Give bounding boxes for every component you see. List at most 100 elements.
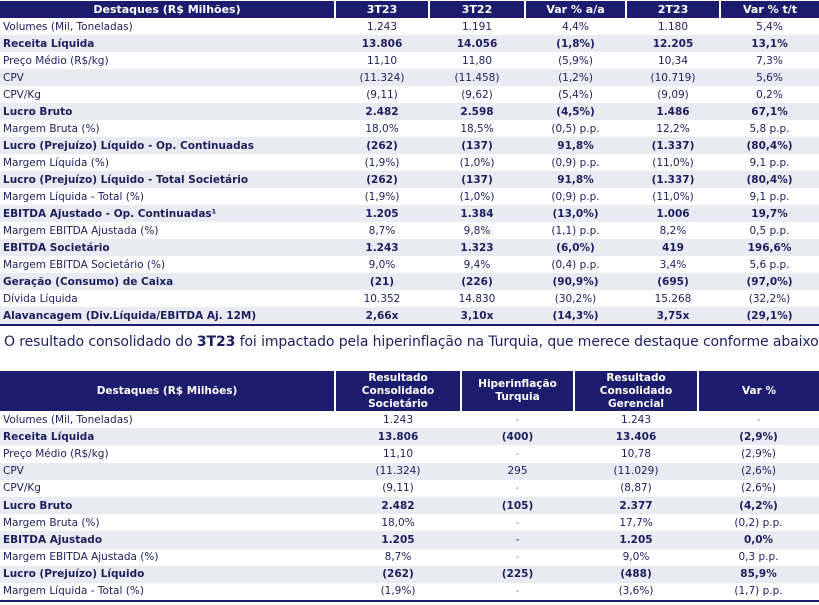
value-cell: - xyxy=(461,582,574,603)
value-cell: (13,0%) xyxy=(525,205,626,222)
value-cell: - xyxy=(515,516,520,529)
table-row: EBITDA Societário 1.243 1.323 (6,0%) 419 196,… xyxy=(0,239,819,256)
header-cell: Resultado Consolidado Societário xyxy=(335,371,462,411)
table-row: EBITDA Ajustado - Op. Continuadas¹ 1.205 1… xyxy=(0,205,819,222)
row-label: Dívida Líquida xyxy=(3,292,78,305)
value-cell: (225) xyxy=(461,565,574,583)
value-cell: 9,0% xyxy=(368,258,396,271)
value-cell: (226) xyxy=(429,273,525,290)
value-cell: (5,4%) xyxy=(558,88,593,101)
table-row: Margem EBITDA Ajustada (%) 8,7% 9,8% (1,1) … xyxy=(0,222,819,239)
value-cell: (105) xyxy=(461,496,574,515)
header-cell: 3T23 xyxy=(335,1,430,18)
value-cell: (2,9%) xyxy=(741,447,776,460)
row-label: Lucro (Prejuízo) Líquido - Op. Continuad… xyxy=(0,137,335,154)
row-label: Receita Líquida xyxy=(0,35,335,52)
value-cell: 0,5 p.p. xyxy=(749,224,790,237)
value-cell: 295 xyxy=(461,462,574,480)
value-cell: 1.191 xyxy=(461,20,493,33)
value-cell: (488) xyxy=(574,565,698,583)
row-label: Lucro Bruto xyxy=(0,496,335,515)
value-cell: 8,7% xyxy=(384,551,412,564)
table-row: Lucro Bruto 2.482 (105) 2.377 (4,2%) xyxy=(0,496,819,515)
intro-sentence: O resultado consolidado do 3T23 foi impa… xyxy=(4,334,819,350)
value-cell: (5,9%) xyxy=(558,54,593,67)
row-label: Lucro (Prejuízo) Líquido - Total Societá… xyxy=(0,171,335,188)
header-cell: Var % a/a xyxy=(525,1,627,18)
sentence-after: foi impactado pela hiperinflação na Turq… xyxy=(235,334,819,350)
value-cell: (8,87) xyxy=(620,482,652,495)
value-cell: 2,66x xyxy=(335,307,429,326)
table-row: EBITDA Ajustado 1.205-1.205 0,0% xyxy=(0,531,819,549)
value-cell: (11.324) xyxy=(335,462,461,480)
value-cell: 85,9% xyxy=(698,565,819,583)
value-cell: (11,0%) xyxy=(652,190,694,203)
value-cell: 1.486 xyxy=(626,103,720,120)
row-label: CPV xyxy=(0,462,335,480)
row-label: Lucro Bruto xyxy=(0,103,335,120)
table-row: Margem Líquida - Total (%) (1,9%) - (3,6%)(… xyxy=(0,582,819,603)
value-cell: (11.029) xyxy=(574,462,698,480)
value-cell: 18,5% xyxy=(460,122,494,135)
value-cell: (137) xyxy=(429,137,525,154)
value-cell: 91,8% xyxy=(525,171,626,188)
value-cell: 9,0% xyxy=(622,551,650,564)
value-cell: 10.352 xyxy=(363,292,401,305)
table-row: CPV/Kg (9,11) - (8,87) (2,6%) xyxy=(0,480,819,497)
table-row: CPV (11.324) 295 (11.029) (2,6%) xyxy=(0,462,819,480)
value-cell: 11,80 xyxy=(461,54,493,67)
value-cell: - xyxy=(756,413,761,426)
header-cell: 2T23 xyxy=(626,1,721,18)
value-cell: 14.830 xyxy=(458,292,496,305)
value-cell: 10,34 xyxy=(657,54,689,67)
value-cell: (11.458) xyxy=(429,69,525,86)
value-cell: 7,3% xyxy=(756,54,783,67)
table-row: Alavancagem (Div.Líquida/EBITDA Aj. 12M)… xyxy=(0,307,819,326)
table-row: Margem Bruta (%) 18,0% - 17,7% (0,2) p.p. xyxy=(0,514,819,531)
value-cell: 67,1% xyxy=(720,103,819,120)
value-cell: (0,4) p.p. xyxy=(551,258,600,271)
value-cell: 15.268 xyxy=(654,292,692,305)
header-cell: Var % t/t xyxy=(720,1,819,18)
value-cell: 3,75x xyxy=(626,307,720,326)
value-cell: 13.806 xyxy=(335,35,429,52)
value-cell: (80,4%) xyxy=(720,137,819,154)
value-cell: 3,10x xyxy=(429,307,525,326)
row-label: Margem Bruta (%) xyxy=(3,516,100,529)
table-row: Volumes (Mil, Toneladas) 1.243 - 1.243 - xyxy=(0,411,819,428)
sentence-highlight: 3T23 xyxy=(196,334,236,350)
value-cell: (2,6%) xyxy=(741,482,776,495)
table-row: Receita Líquida 13.806 14.056 (1,8%) 12.205 1… xyxy=(0,35,819,52)
value-cell: (695) xyxy=(626,273,720,290)
value-cell: 13,1% xyxy=(720,35,819,52)
value-cell: 196,6% xyxy=(720,239,819,256)
value-cell: (21) xyxy=(335,273,429,290)
value-cell: (30,2%) xyxy=(554,292,597,305)
row-label: CPV/Kg xyxy=(3,482,41,495)
value-cell: 11,10 xyxy=(382,447,414,460)
value-cell: 10,78 xyxy=(620,447,652,460)
value-cell: (400) xyxy=(461,428,574,446)
value-cell: 1.006 xyxy=(626,205,720,222)
value-cell: (262) xyxy=(335,565,461,583)
table-row: Dívida Líquida 10.352 14.830 (30,2%) 15.268 (… xyxy=(0,290,819,307)
value-cell: (1.337) xyxy=(626,137,720,154)
value-cell: 18,0% xyxy=(381,516,415,529)
value-cell: (1,9%) xyxy=(364,156,400,169)
value-cell: (1,7) p.p. xyxy=(698,582,819,603)
table-row: Margem Bruta (%) 18,0% 18,5% (0,5) p.p. 12,2… xyxy=(0,120,819,137)
value-cell: - xyxy=(461,531,574,549)
value-cell: 5,6% xyxy=(720,69,819,86)
value-cell: (14,3%) xyxy=(525,307,626,326)
value-cell: 11,10 xyxy=(366,54,398,67)
value-cell: (262) xyxy=(335,171,429,188)
value-cell: (2,9%) xyxy=(698,428,819,446)
table-row: CPV (11.324) (11.458) (1,2%) (10.719) 5,6% xyxy=(0,69,819,86)
value-cell: (9,11) xyxy=(382,482,414,495)
header-cell: Hiperinflação Turquia xyxy=(461,371,575,411)
value-cell: 9,8% xyxy=(463,224,491,237)
row-label: Volumes (Mil, Toneladas) xyxy=(3,413,133,426)
value-cell: (9,11) xyxy=(366,88,398,101)
table-row: Lucro (Prejuízo) Líquido - Op. Continuad… xyxy=(0,137,819,154)
table-row: Margem Líquida - Total (%) (1,9%) (1,0%) (0… xyxy=(0,188,819,205)
